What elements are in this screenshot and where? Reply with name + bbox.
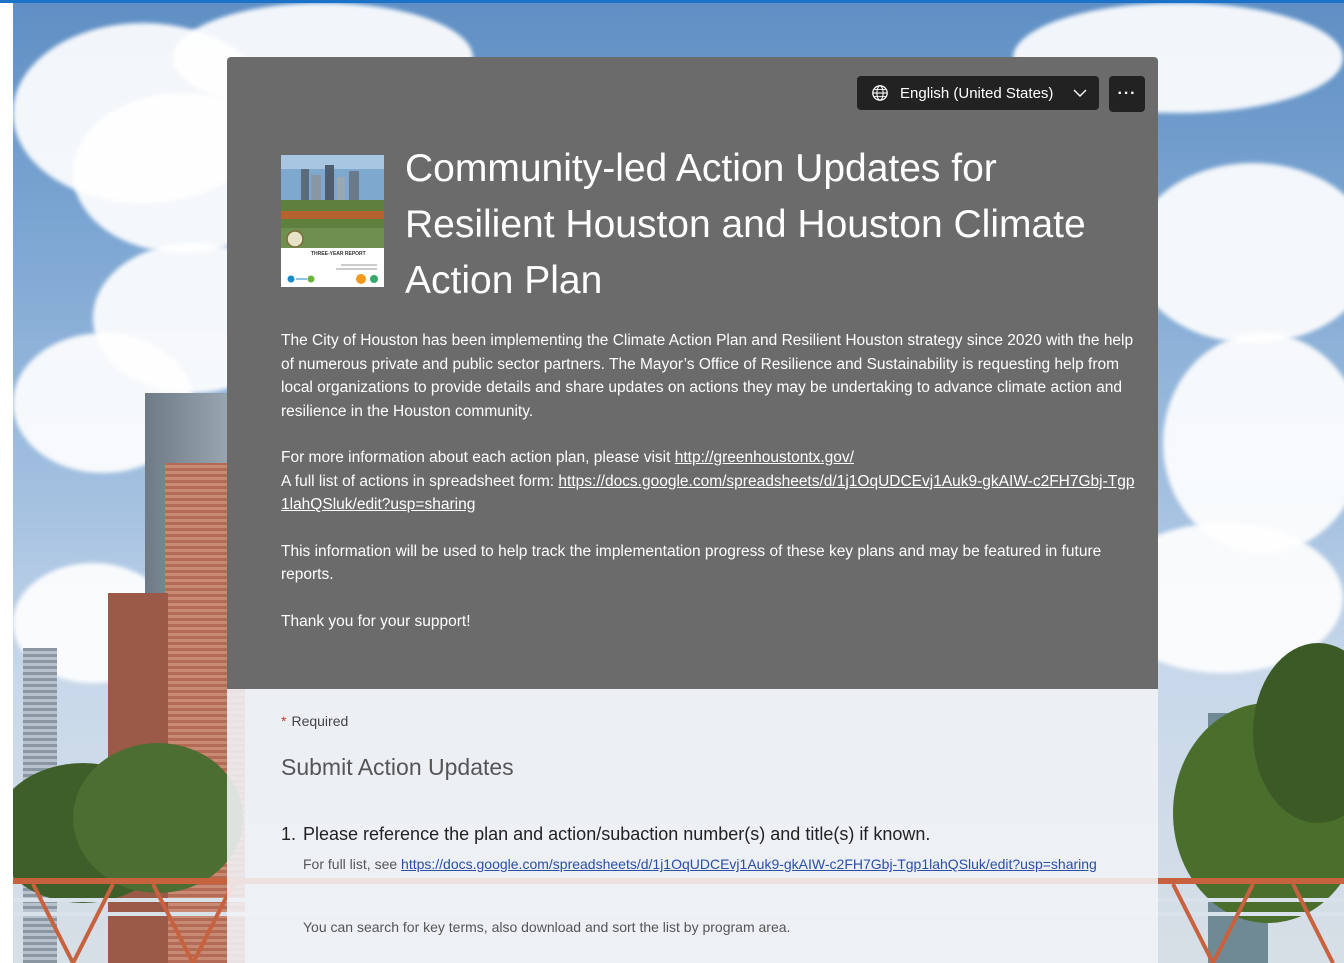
ellipsis-icon: ··· — [1117, 85, 1137, 102]
description-paragraph: The City of Houston has been implementin… — [281, 332, 1134, 420]
description-links: For more information about each action p… — [281, 446, 1141, 517]
language-selector[interactable]: English (United States) — [857, 76, 1099, 110]
required-indicator: * Required — [281, 713, 348, 729]
question-subtitle-text: For full list, see — [303, 856, 402, 872]
form-card: English (United States) ··· THREE-YEAR R… — [227, 57, 1158, 963]
greenhouston-link[interactable]: http://greenhoustontx.gov/ — [675, 449, 854, 466]
section-title: Submit Action Updates — [281, 754, 514, 780]
question-subtitle: For full list, see https://docs.google.c… — [303, 853, 1103, 875]
spreadsheet-text: A full list of actions in spreadsheet fo… — [281, 472, 559, 490]
question-number: 1. — [281, 824, 297, 844]
form-description: The City of Houston has been implementin… — [281, 329, 1141, 656]
required-star: * — [281, 713, 287, 729]
question-note: You can search for key terms, also downl… — [303, 919, 791, 935]
cover-caption: THREE-YEAR REPORT — [311, 251, 366, 257]
description-usage-paragraph: This information will be used to help tr… — [281, 542, 1102, 584]
globe-icon — [872, 85, 888, 101]
question-title: Please reference the plan and action/sub… — [303, 824, 931, 844]
left-margin — [0, 3, 13, 963]
required-label: Required — [291, 713, 349, 729]
chevron-down-icon — [1073, 89, 1087, 97]
form-header: English (United States) ··· THREE-YEAR R… — [227, 57, 1158, 689]
report-cover-image: THREE-YEAR REPORT — [281, 155, 384, 287]
more-options-button[interactable]: ··· — [1109, 76, 1145, 112]
thank-you-text: Thank you for your support! — [281, 612, 471, 630]
more-info-text: For more information about each action p… — [281, 449, 675, 466]
question-spreadsheet-link[interactable]: https://docs.google.com/spreadsheets/d/1… — [401, 856, 1097, 872]
language-selector-label: English (United States) — [900, 84, 1054, 102]
form-title: Community-led Action Updates for Resilie… — [405, 147, 1086, 302]
cover-thumbnail — [281, 155, 384, 287]
